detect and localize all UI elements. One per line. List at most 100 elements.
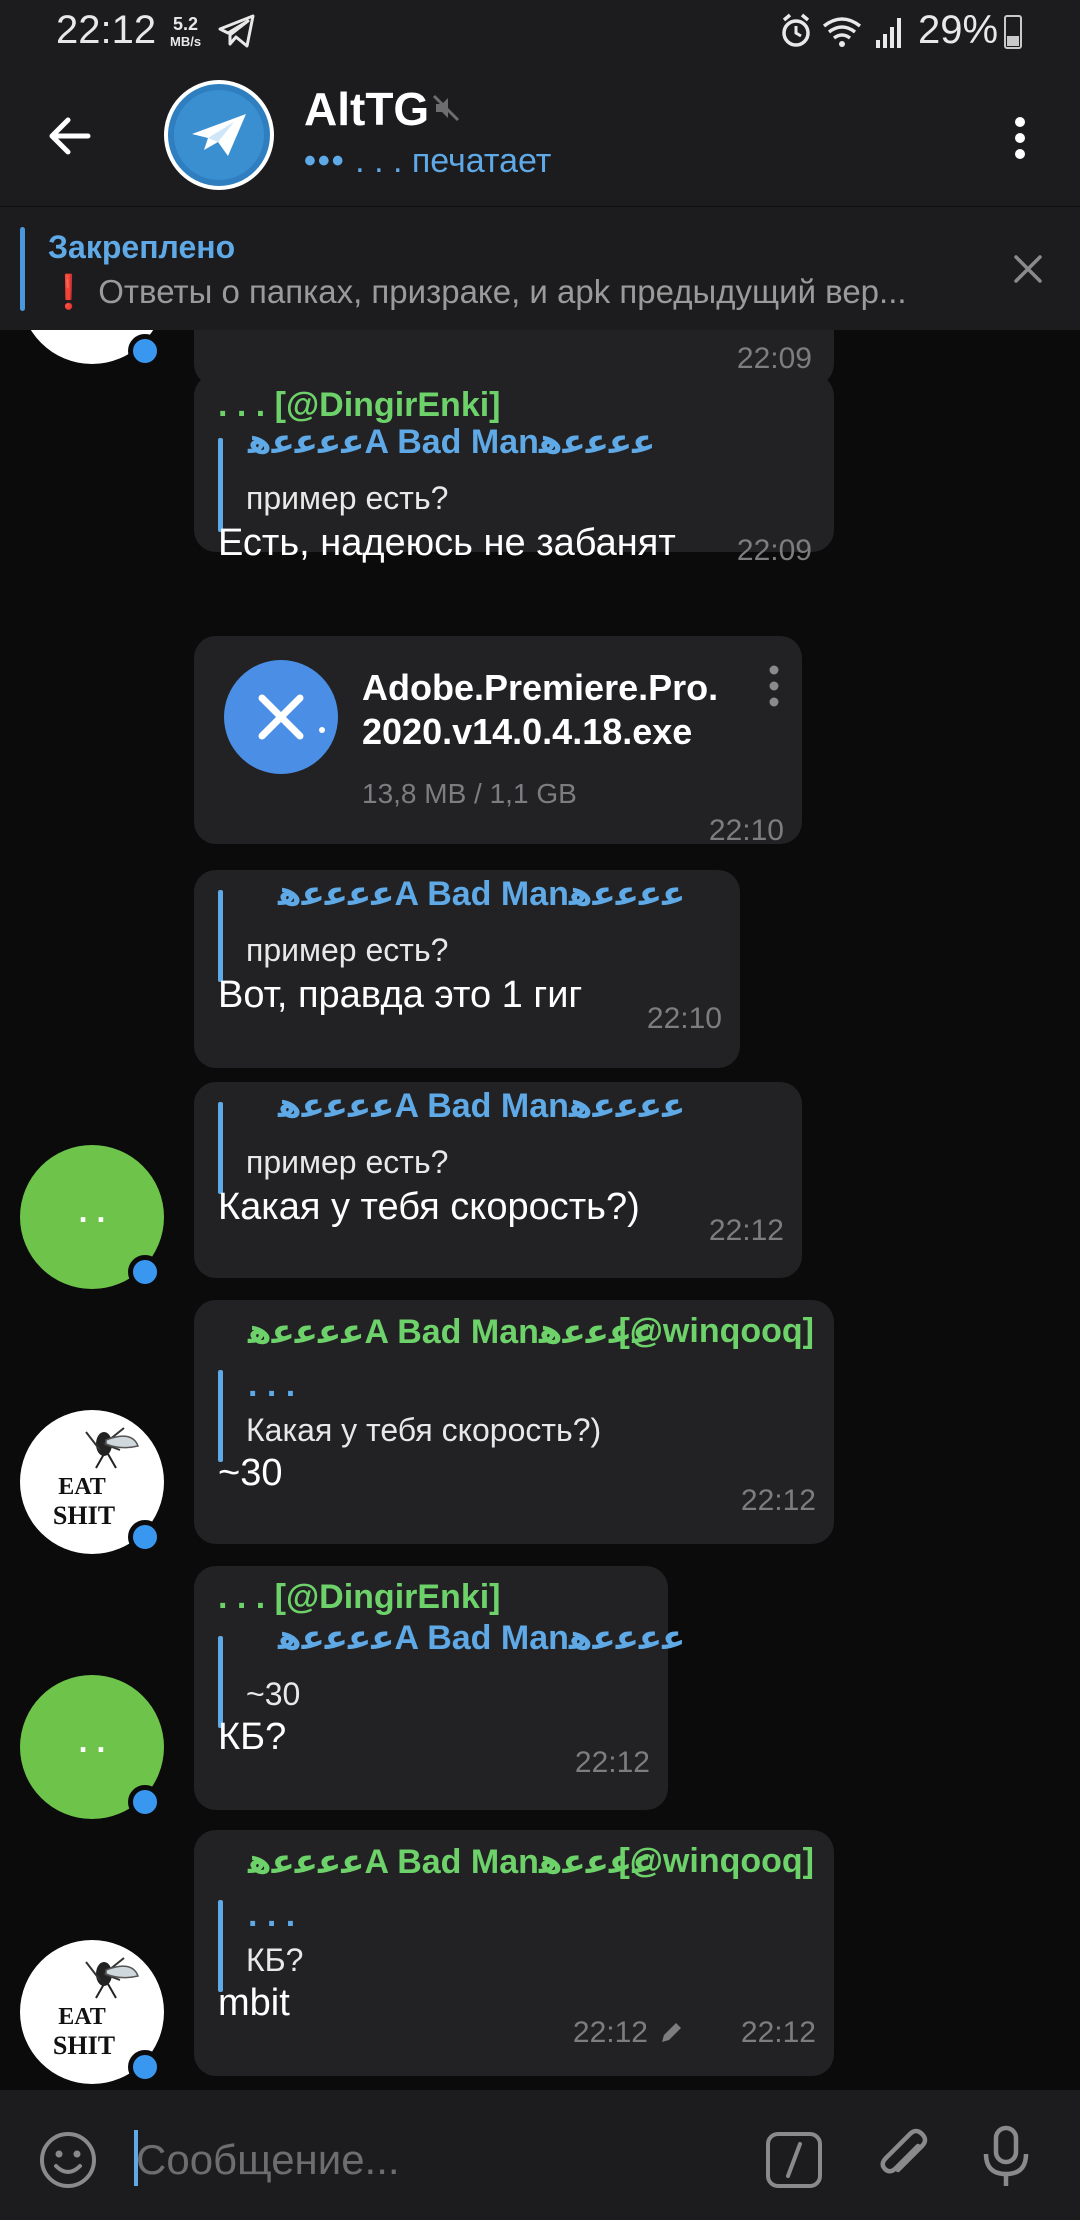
message-text: mbit: [218, 1982, 290, 2024]
message-text: КБ?: [218, 1716, 287, 1758]
chat-title[interactable]: AltTG: [304, 82, 429, 136]
network-speed-unit: MB/s: [170, 34, 202, 49]
cancel-download-icon: [258, 694, 325, 740]
reply-preview[interactable]: КБ?: [246, 1942, 303, 1979]
exclamation-icon: ❗: [48, 273, 90, 310]
signal-icon: [876, 18, 901, 48]
reply-author[interactable]: ﻋﻋﻋﻋﻫA Bad Manﻋﻋﻋﻋﻫ: [248, 422, 655, 462]
reply-bar: [218, 1900, 223, 1992]
file-name-line-1[interactable]: Adobe.Premiere.Pro.: [362, 666, 718, 710]
reply-bar: [218, 1370, 223, 1462]
sender-name[interactable]: ﻋﻋﻋﻋﻫA Bad Manﻋﻋﻋﻋﻫ: [248, 1312, 655, 1352]
pinned-accent-bar: [20, 227, 25, 311]
reply-author[interactable]: ﻋﻋﻋﻋﻫA Bad Manﻋﻋﻋﻋﻫ: [278, 1618, 685, 1658]
airplane-logo-icon: [192, 114, 246, 156]
sender-name[interactable]: ﻋﻋﻋﻋﻫA Bad Manﻋﻋﻋﻋﻫ: [248, 1842, 655, 1882]
message-time: 22:12: [740, 1484, 816, 1517]
message-text: Вот, правда это 1 гиг: [218, 974, 583, 1016]
message-text: ~30: [218, 1452, 283, 1494]
message-time: 22:09: [736, 342, 812, 375]
typing-text: . . . печатает: [355, 142, 552, 180]
network-speed: 5.2 MB/s: [170, 14, 202, 50]
message-text: Есть, надеюсь не забанят: [218, 522, 676, 564]
reply-author[interactable]: . . .: [248, 1896, 295, 1935]
reply-preview[interactable]: пример есть?: [246, 1144, 448, 1181]
svg-text:EAT: EAT: [58, 1474, 106, 1500]
telegram-icon: [218, 14, 255, 48]
more-vert-icon[interactable]: [1000, 108, 1040, 168]
pencil-icon: [662, 2023, 681, 2042]
message-input-bar: [0, 2090, 1080, 2220]
typing-status: ••• . . . печатает: [304, 142, 551, 181]
attach-icon[interactable]: [872, 2124, 936, 2188]
bot-command-icon[interactable]: [764, 2130, 824, 2190]
battery-percent: 29%: [918, 8, 999, 52]
sender-name[interactable]: . . . [@DingirEnki]: [218, 1578, 501, 1617]
status-time: 22:12: [56, 8, 157, 52]
message-time: 22:12: [574, 1746, 650, 1779]
sender-name[interactable]: . . . [@DingirEnki]: [218, 386, 501, 425]
cancel-download-button[interactable]: [224, 660, 338, 774]
message-bubble[interactable]: ﻋﻋﻋﻋﻫA Bad Manﻋﻋﻋﻋﻫ [@winqooq] . . . Как…: [194, 1300, 834, 1544]
mic-icon[interactable]: [978, 2124, 1034, 2190]
chat-header: AltTG ••• . . . печатает: [0, 62, 1080, 206]
online-indicator: [128, 1785, 162, 1819]
reply-bar: [218, 1636, 223, 1728]
reply-preview[interactable]: Какая у тебя скорость?): [246, 1412, 601, 1449]
file-menu-icon[interactable]: [764, 662, 784, 710]
online-indicator: [128, 1520, 162, 1554]
message-time: 22:12: [708, 1214, 784, 1247]
sender-handle[interactable]: [@winqooq]: [618, 1312, 814, 1351]
message-time: 22:10: [646, 1002, 722, 1035]
reply-author[interactable]: ﻋﻋﻋﻋﻫA Bad Manﻋﻋﻋﻋﻫ: [278, 874, 685, 914]
svg-text:SHIT: SHIT: [53, 1501, 115, 1530]
reply-preview[interactable]: пример есть?: [246, 480, 448, 517]
alarm-icon: [782, 13, 810, 47]
wifi-icon: [822, 17, 862, 47]
pinned-title: Закреплено: [48, 229, 236, 265]
pinned-text: ❗ Ответы о папках, призраке, и apk преды…: [48, 273, 988, 312]
edited-time: 22:12: [740, 2016, 816, 2049]
message-bubble[interactable]: ﻋﻋﻋﻋﻫA Bad Manﻋﻋﻋﻋﻫ [@winqooq] . . . КБ?…: [194, 1830, 834, 2076]
status-icons: [782, 13, 901, 48]
file-name-line-2[interactable]: 2020.v14.0.4.18.exe: [362, 710, 692, 754]
emoji-icon[interactable]: [38, 2130, 98, 2190]
online-indicator: [128, 334, 162, 368]
message-time: 22:10: [708, 814, 784, 847]
reply-author[interactable]: . . .: [248, 1366, 295, 1405]
online-indicator: [128, 1255, 162, 1289]
message-list[interactable]: SHIT 22:09 . . . [@DingirEnki] ﻋﻋﻋﻋﻫA Ba…: [0, 330, 1080, 2090]
mute-icon: [432, 94, 460, 122]
close-icon[interactable]: [1010, 251, 1046, 287]
file-size: 13,8 MB / 1,1 GB: [362, 778, 577, 809]
typing-dots: •••: [304, 142, 346, 180]
message-bubble[interactable]: . . . [@DingirEnki] ﻋﻋﻋﻋﻫA Bad Manﻋﻋﻋﻋﻫ …: [194, 1566, 685, 1810]
status-bar: 22:12 5.2 MB/s 29%: [0, 0, 1080, 62]
avatar-placeholder: . .: [78, 1193, 106, 1229]
message-time: 22:09: [736, 534, 812, 567]
network-speed-value: 5.2: [173, 14, 199, 34]
battery-icon: [1004, 15, 1022, 49]
reply-bar: [218, 890, 223, 982]
message-input[interactable]: [136, 2132, 736, 2188]
avatar-placeholder: . .: [78, 1723, 106, 1759]
file-message-bubble[interactable]: Adobe.Premiere.Pro. 2020.v14.0.4.18.exe …: [194, 636, 802, 847]
svg-text:SHIT: SHIT: [53, 2031, 115, 2060]
message-text: Какая у тебя скорость?): [218, 1186, 640, 1228]
message-bubble[interactable]: . . . [@DingirEnki] ﻋﻋﻋﻋﻫA Bad Manﻋﻋﻋﻋﻫ …: [194, 374, 834, 567]
reply-bar: [218, 438, 223, 532]
message-bubble[interactable]: ﻋﻋﻋﻋﻫA Bad Manﻋﻋﻋﻋﻫ пример есть? Вот, пр…: [194, 870, 740, 1068]
sender-handle[interactable]: [@winqooq]: [618, 1842, 814, 1881]
pinned-message-bar[interactable]: Закреплено ❗ Ответы о папках, призраке, …: [0, 206, 1080, 330]
message-time: 22:12: [572, 2016, 648, 2049]
reply-preview[interactable]: ~30: [246, 1676, 300, 1713]
svg-text:EAT: EAT: [58, 2004, 106, 2030]
pinned-text-body: Ответы о папках, призраке, и apk предыду…: [98, 273, 907, 310]
chat-avatar[interactable]: [164, 80, 274, 190]
reply-preview[interactable]: пример есть?: [246, 932, 448, 969]
online-indicator: [128, 2050, 162, 2084]
message-bubble[interactable]: ﻋﻋﻋﻋﻫA Bad Manﻋﻋﻋﻋﻫ пример есть? Какая у…: [194, 1082, 802, 1278]
reply-bar: [218, 1102, 223, 1194]
reply-author[interactable]: ﻋﻋﻋﻋﻫA Bad Manﻋﻋﻋﻋﻫ: [278, 1086, 685, 1126]
back-arrow-icon[interactable]: [40, 106, 100, 166]
